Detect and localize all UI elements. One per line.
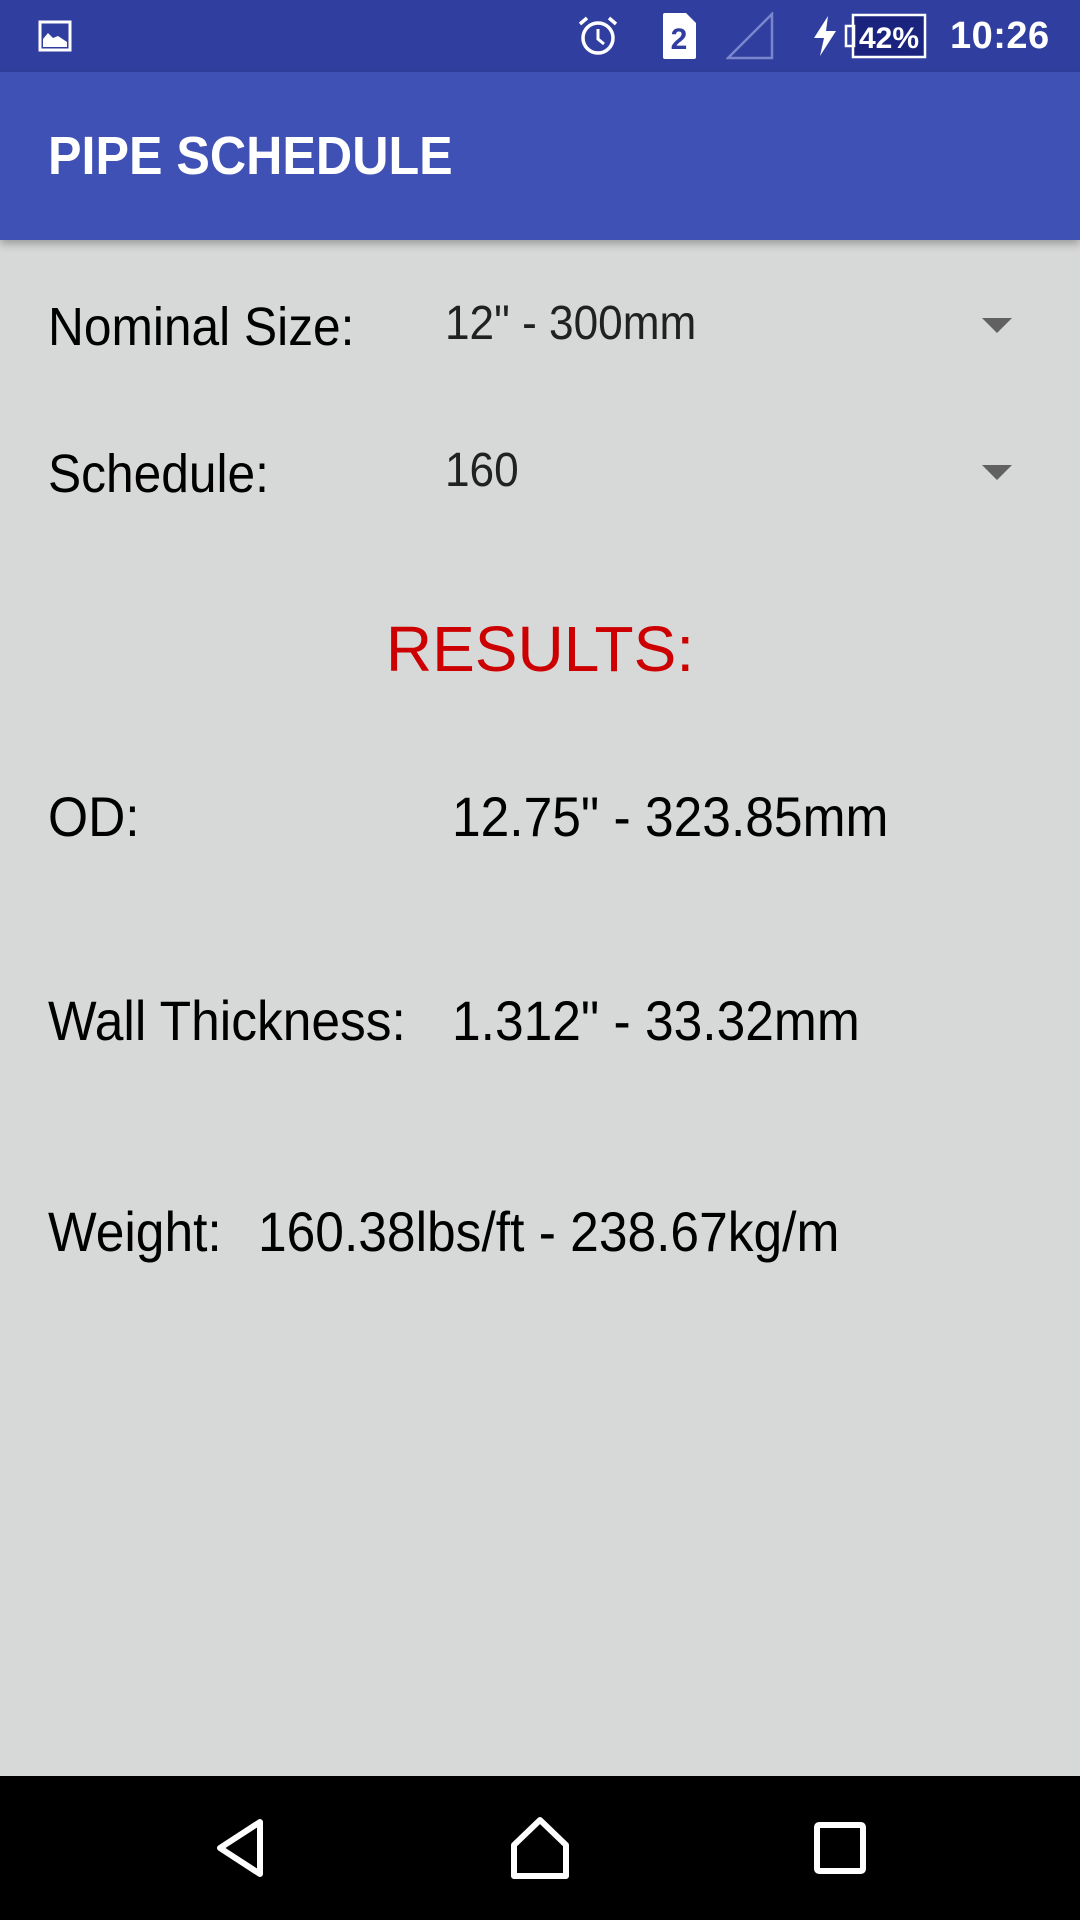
nominal-size-label: Nominal Size: — [48, 297, 355, 357]
app-bar: PIPE SCHEDULE — [0, 72, 1080, 240]
weight-value: 160.38lbs/ft - 238.67kg/m — [258, 1200, 840, 1263]
recents-button[interactable] — [760, 1776, 920, 1920]
dropdown-arrow-icon — [982, 465, 1012, 480]
nominal-size-value: 12" - 300mm — [445, 297, 697, 350]
sim-card-icon: 2 — [660, 0, 698, 72]
wall-thickness-label: Wall Thickness: — [48, 989, 406, 1052]
status-time: 10:26 — [950, 14, 1050, 57]
dropdown-arrow-icon — [982, 318, 1012, 333]
sim-badge-number: 2 — [671, 23, 688, 56]
battery-indicator: 42% — [843, 0, 927, 72]
weight-row: Weight: 160.38lbs/ft - 238.67kg/m — [0, 1199, 1080, 1269]
od-label: OD: — [48, 785, 140, 848]
nominal-size-spinner[interactable]: 12" - 300mm — [430, 270, 1050, 380]
recents-icon — [814, 1822, 866, 1874]
results-heading: RESULTS: — [385, 613, 695, 685]
image-notification-icon — [38, 0, 72, 72]
home-icon — [511, 1817, 569, 1879]
schedule-spinner[interactable]: 160 — [430, 417, 1050, 527]
weight-label: Weight: — [48, 1200, 222, 1263]
od-value: 12.75" - 323.85mm — [452, 785, 889, 848]
navigation-bar — [0, 1776, 1080, 1920]
wall-thickness-row: Wall Thickness: 1.312" - 33.32mm — [0, 988, 1080, 1058]
back-button[interactable] — [160, 1776, 320, 1920]
schedule-value: 160 — [445, 444, 519, 497]
home-button[interactable] — [460, 1776, 620, 1920]
back-icon — [217, 1819, 263, 1877]
cellular-signal-icon — [726, 0, 774, 72]
schedule-label: Schedule: — [48, 444, 269, 504]
wall-thickness-value: 1.312" - 33.32mm — [452, 989, 860, 1052]
battery-percent: 42% — [859, 22, 919, 55]
status-bar: 2 42% 10:26 — [0, 0, 1080, 72]
od-row: OD: 12.75" - 323.85mm — [0, 784, 1080, 854]
charging-bolt-icon — [812, 0, 838, 72]
app-title: PIPE SCHEDULE — [48, 126, 453, 186]
alarm-clock-icon — [576, 0, 620, 72]
